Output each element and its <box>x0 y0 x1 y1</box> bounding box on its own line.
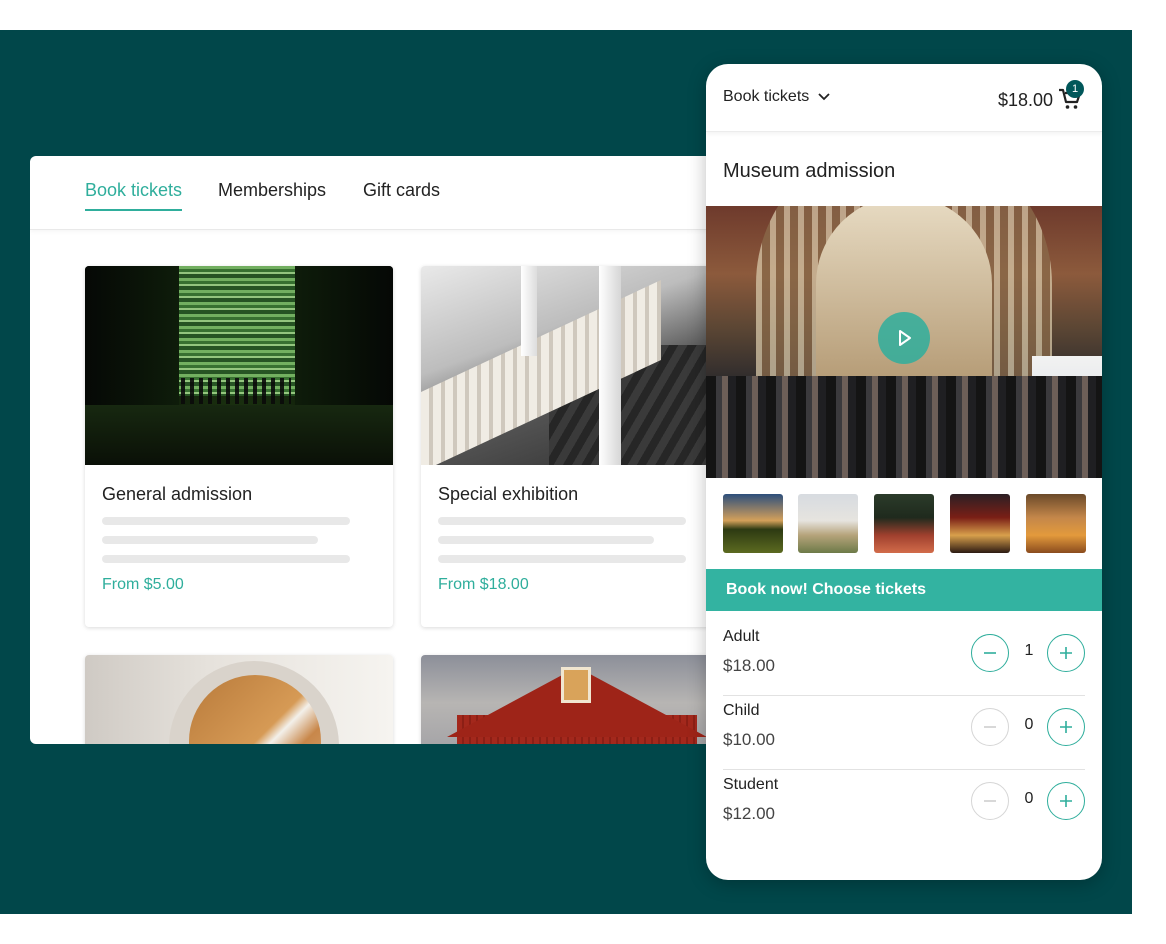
ticket-row-adult: Adult $18.00 1 <box>723 622 1085 696</box>
ticket-card-special-exhibition[interactable]: Special exhibition From $18.00 <box>421 266 729 627</box>
card-title: Special exhibition <box>438 484 579 504</box>
dropdown-label: Book tickets <box>723 88 810 105</box>
placeholder-line <box>438 555 686 563</box>
tab-book-tickets[interactable]: Book tickets <box>85 180 183 211</box>
ticket-quantity: 0 <box>1024 716 1034 733</box>
placeholder-line <box>438 536 654 544</box>
mobile-header: Book tickets $18.00 1 <box>706 64 1102 132</box>
placeholder-line <box>102 517 350 525</box>
plus-icon <box>1060 647 1072 659</box>
mobile-booking-panel: Book tickets $18.00 1 Museum admission B… <box>706 64 1102 880</box>
ticket-card-general-admission[interactable]: General admission From $5.00 <box>85 266 393 627</box>
placeholder-line <box>102 536 318 544</box>
play-icon <box>899 330 911 346</box>
tab-memberships[interactable]: Memberships <box>218 180 326 209</box>
desktop-booking-page: Book tickets Memberships Gift cards Gene… <box>30 156 790 744</box>
gallery-thumbnail-flowers[interactable] <box>874 494 934 553</box>
gallery-thumbnail-pumpkins[interactable] <box>1026 494 1086 553</box>
hero-image-museum-hall <box>706 206 1102 478</box>
cart-total: $18.00 <box>998 90 1054 110</box>
decrease-quantity-button[interactable] <box>971 782 1009 820</box>
increase-quantity-button[interactable] <box>1047 634 1085 672</box>
chevron-down-icon <box>818 93 830 101</box>
ticket-name: Adult <box>723 628 760 645</box>
ticket-card-architecture[interactable] <box>85 655 393 744</box>
ticket-card-barn[interactable] <box>421 655 729 744</box>
ticket-price: $10.00 <box>723 730 775 749</box>
product-title: Museum admission <box>723 160 896 182</box>
increase-quantity-button[interactable] <box>1047 708 1085 746</box>
ticket-row-child: Child $10.00 0 <box>723 696 1085 770</box>
tab-gift-cards[interactable]: Gift cards <box>363 180 440 209</box>
book-tickets-dropdown[interactable]: Book tickets <box>723 88 831 106</box>
plus-icon <box>1060 721 1072 733</box>
book-now-button[interactable]: Book now! Choose tickets <box>706 569 1102 611</box>
ticket-price: $18.00 <box>723 656 775 675</box>
card-title: General admission <box>102 484 253 504</box>
ticket-name: Student <box>723 776 779 793</box>
placeholder-line <box>102 555 350 563</box>
ticket-quantity: 1 <box>1024 642 1034 659</box>
card-image-arch <box>85 655 393 744</box>
card-image-barn <box>421 655 729 744</box>
ticket-quantity: 0 <box>1024 790 1034 807</box>
card-image-light-installation <box>85 266 393 465</box>
gallery-thumbnail-sunflowers[interactable] <box>723 494 783 553</box>
cart-count-badge: 1 <box>1066 80 1084 98</box>
card-price: From $5.00 <box>102 576 184 593</box>
decrease-quantity-button[interactable] <box>971 634 1009 672</box>
ticket-row-student: Student $12.00 0 <box>723 770 1085 844</box>
decrease-quantity-button[interactable] <box>971 708 1009 746</box>
tab-navigation: Book tickets Memberships Gift cards <box>30 156 790 230</box>
ticket-name: Child <box>723 702 760 719</box>
minus-icon <box>984 800 996 802</box>
increase-quantity-button[interactable] <box>1047 782 1085 820</box>
gallery-thumbnail-barn[interactable] <box>950 494 1010 553</box>
placeholder-line <box>438 517 686 525</box>
card-price: From $18.00 <box>438 576 529 593</box>
play-video-button[interactable] <box>878 312 930 364</box>
plus-icon <box>1060 795 1072 807</box>
minus-icon <box>984 652 996 654</box>
card-image-atrium <box>421 266 729 465</box>
minus-icon <box>984 726 996 728</box>
gallery-thumbnail-cornfield[interactable] <box>798 494 858 553</box>
ticket-price: $12.00 <box>723 804 775 823</box>
